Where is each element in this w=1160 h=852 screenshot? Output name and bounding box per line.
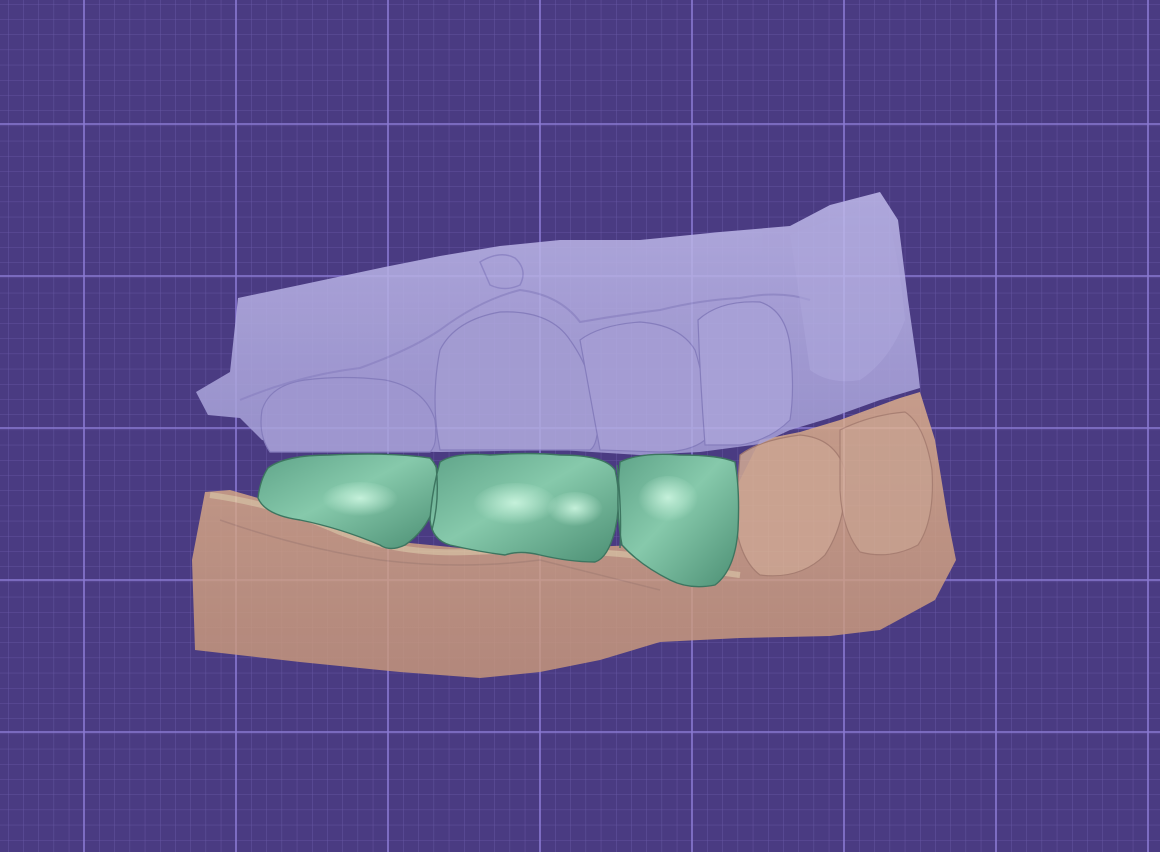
crown-left-highlight xyxy=(322,482,398,518)
upper-tooth-3 xyxy=(579,321,707,453)
3d-viewport[interactable] xyxy=(0,0,1160,852)
upper-tooth-1 xyxy=(260,376,437,453)
lower-molar-2 xyxy=(839,411,934,556)
crown-middle-highlight-2 xyxy=(547,492,603,528)
crown-right-highlight xyxy=(638,476,698,524)
upper-jaw-scan[interactable] xyxy=(196,192,920,455)
crown-middle-highlight xyxy=(473,483,557,527)
dental-model-scene[interactable] xyxy=(0,0,1160,852)
upper-tooth-4 xyxy=(697,301,794,446)
